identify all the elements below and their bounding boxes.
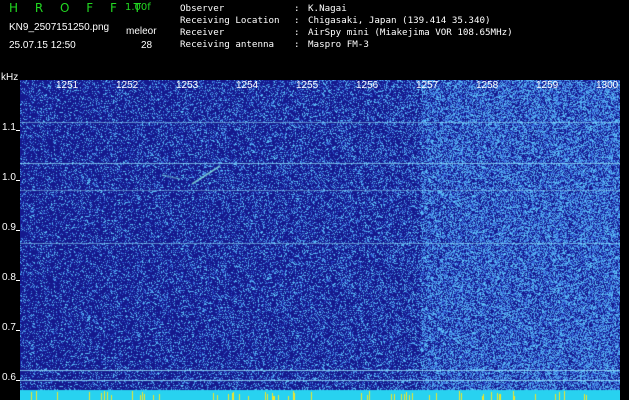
info-separator: : [294,27,300,38]
y-tick-label: 0.8 [2,272,16,283]
x-tick-label: 1300 [596,80,619,91]
info-value: K.Nagai [308,3,347,14]
info-row-location: Receiving Location: Chigasaki, Japan (139… [180,15,491,26]
x-tick-label: 1257 [416,80,439,91]
x-tick-label: 1259 [536,80,559,91]
info-label: Receiving Location [180,15,280,26]
info-label: Receiver [180,27,225,38]
info-row-receiver: Receiver: AirSpy mini (Miakejima VOR 108.… [180,27,513,38]
x-tick-label: 1253 [176,80,199,91]
info-label: Observer [180,3,225,14]
info-separator: : [294,15,300,26]
info-row-antenna: Receiving antenna: Maspro FM-3 [180,39,369,50]
y-tick-label: 0.9 [2,222,16,233]
x-tick-label: 1258 [476,80,499,91]
spectrogram-noise [20,80,620,400]
y-axis-unit: kHz [1,72,19,83]
info-label: Receiving antenna [180,39,275,50]
meteor-count: 28 [141,40,153,51]
info-separator: : [294,3,300,14]
y-tick-label: 1.1 [2,122,16,133]
info-separator: : [294,39,300,50]
x-tick-label: 1252 [116,80,139,91]
file-name: KN9_2507151250.png [9,22,110,33]
y-tick-label: 0.7 [2,322,16,333]
x-tick-label: 1256 [356,80,379,91]
y-tick-label: 0.6 [2,372,16,383]
info-row-observer: Observer: K.Nagai [180,3,347,14]
spectrogram [20,80,620,400]
hrofft-window: H R O F F T 1.00f KN9_2507151250.png mel… [0,0,629,400]
info-value: AirSpy mini (Miakejima VOR 108.65MHz) [308,27,513,38]
version-label: 1.00f [125,2,151,13]
x-tick-label: 1254 [236,80,259,91]
meteor-label: meleor [126,26,157,37]
info-value: Chigasaki, Japan (139.414 35.340) [308,15,491,26]
y-tick-label: 1.0 [2,172,16,183]
timestamp: 25.07.15 12:50 [9,40,76,51]
x-tick-label: 1251 [56,80,79,91]
x-tick-label: 1255 [296,80,319,91]
info-value: Maspro FM-3 [308,39,369,50]
